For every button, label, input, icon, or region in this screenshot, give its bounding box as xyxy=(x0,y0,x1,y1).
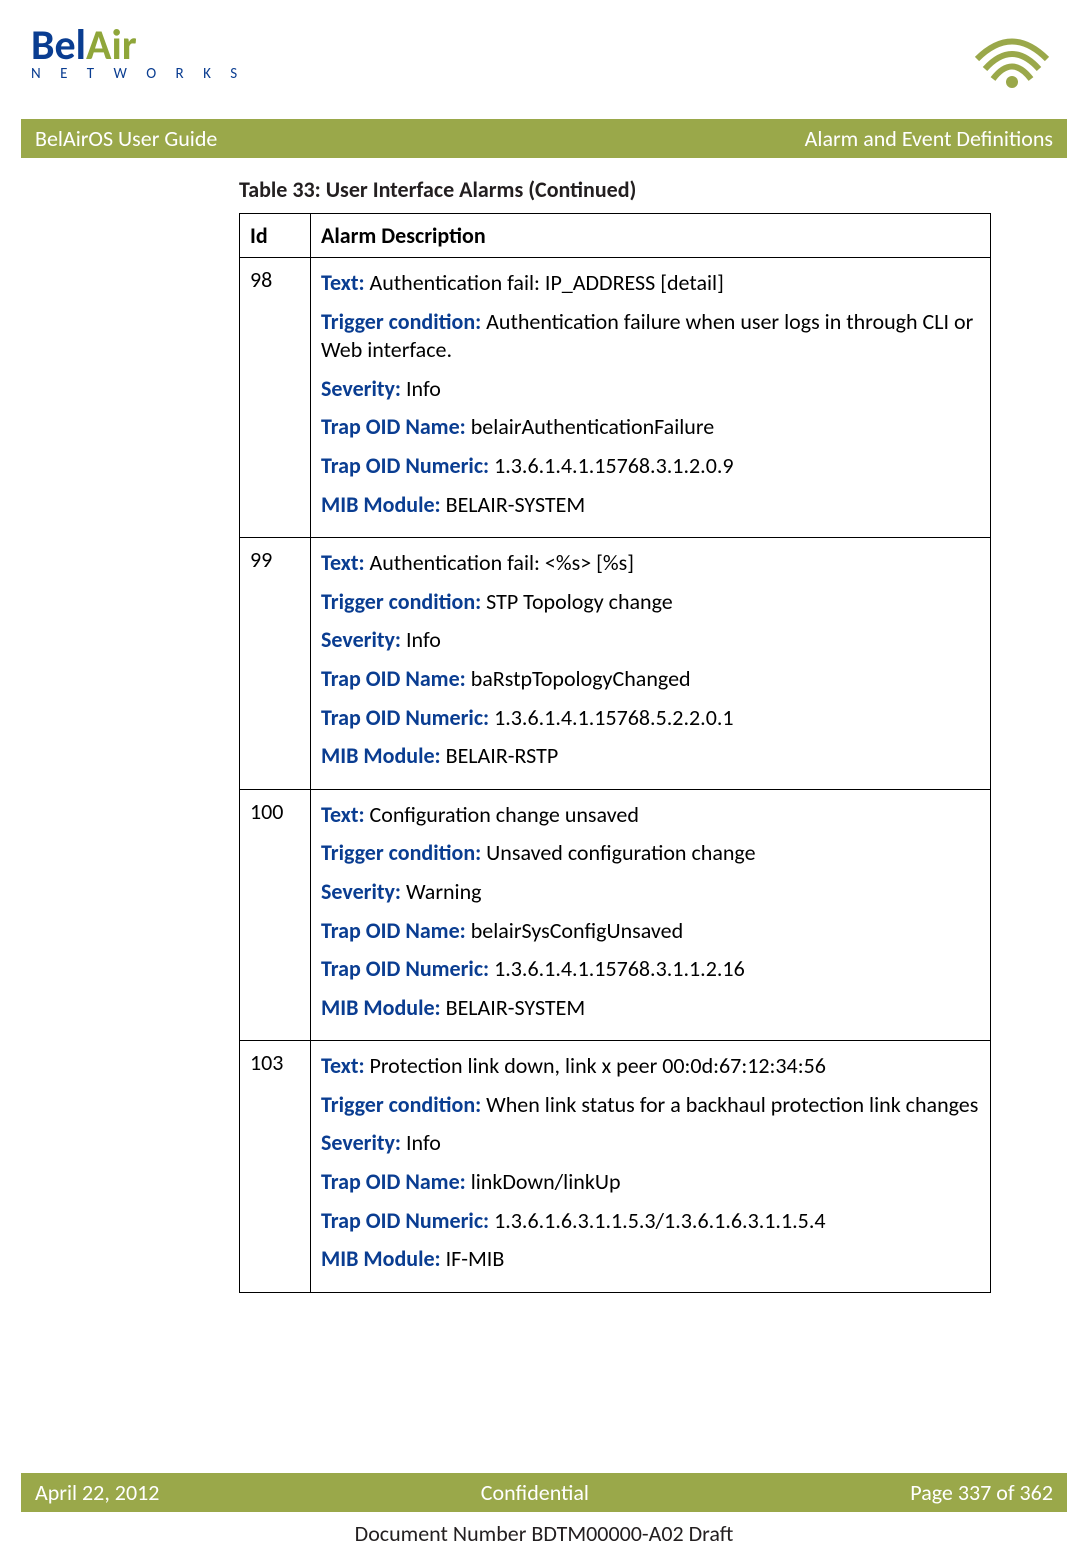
value-severity: Warning xyxy=(401,878,482,905)
footer-page: Page 337 of 362 xyxy=(910,1479,1053,1506)
page: BelAir N E T W O R K S BelAirOS User Gui… xyxy=(21,0,1067,1555)
table-row: 100 Text: Configuration change unsaved T… xyxy=(240,789,991,1041)
label-text: Text: xyxy=(321,549,365,576)
alarm-id: 100 xyxy=(240,789,311,1041)
value-trapnumeric: 1.3.6.1.6.3.1.1.5.3/1.3.6.1.6.3.1.1.5.4 xyxy=(489,1207,825,1234)
footer-date: April 22, 2012 xyxy=(35,1479,159,1506)
page-header: BelAir N E T W O R K S xyxy=(21,20,1067,119)
value-trapname: linkDown/linkUp xyxy=(466,1168,621,1195)
value-trapname: baRstpTopologyChanged xyxy=(466,665,691,692)
label-mib: MIB Module: xyxy=(321,742,441,769)
value-mib: IF-MIB xyxy=(441,1245,505,1272)
label-trapnumeric: Trap OID Numeric: xyxy=(321,704,489,731)
label-mib: MIB Module: xyxy=(321,491,441,518)
value-trapnumeric: 1.3.6.1.4.1.15768.3.1.1.2.16 xyxy=(489,955,745,982)
label-text: Text: xyxy=(321,801,365,828)
table-caption: Table 33: User Interface Alarms (Continu… xyxy=(21,176,1067,213)
value-text: Authentication fail: IP_ADDRESS [detail] xyxy=(365,269,724,296)
label-trapname: Trap OID Name: xyxy=(321,413,466,440)
label-mib: MIB Module: xyxy=(321,994,441,1021)
table-row: 103 Text: Protection link down, link x p… xyxy=(240,1041,991,1293)
label-mib: MIB Module: xyxy=(321,1245,441,1272)
label-trigger: Trigger condition: xyxy=(321,1091,481,1118)
label-trapnumeric: Trap OID Numeric: xyxy=(321,452,489,479)
alarms-table: Id Alarm Description 98 Text: Authentica… xyxy=(239,213,991,1293)
footer-bar: April 22, 2012 Confidential Page 337 of … xyxy=(21,1473,1067,1512)
value-text: Protection link down, link x peer 00:0d:… xyxy=(365,1052,826,1079)
logo-part2: Air xyxy=(86,20,137,71)
value-text: Authentication fail: <%s> [%s] xyxy=(365,549,634,576)
footer-confidential: Confidential xyxy=(481,1479,589,1506)
guide-title: BelAirOS User Guide xyxy=(35,125,217,152)
alarm-id: 103 xyxy=(240,1041,311,1293)
logo-subtext: N E T W O R K S xyxy=(31,65,245,83)
logo-text: BelAir xyxy=(31,20,245,71)
label-severity: Severity: xyxy=(321,375,401,402)
alarm-id: 99 xyxy=(240,538,311,790)
value-text: Configuration change unsaved xyxy=(365,801,639,828)
value-mib: BELAIR-SYSTEM xyxy=(441,994,586,1021)
value-severity: Info xyxy=(401,1129,441,1156)
alarm-description: Text: Configuration change unsaved Trigg… xyxy=(311,789,991,1041)
label-trapnumeric: Trap OID Numeric: xyxy=(321,1207,489,1234)
value-mib: BELAIR-SYSTEM xyxy=(441,491,586,518)
label-text: Text: xyxy=(321,1052,365,1079)
table-header-row: Id Alarm Description xyxy=(240,214,991,258)
company-logo: BelAir N E T W O R K S xyxy=(31,20,245,83)
value-severity: Info xyxy=(401,626,441,653)
alarm-description: Text: Protection link down, link x peer … xyxy=(311,1041,991,1293)
label-severity: Severity: xyxy=(321,626,401,653)
content-area: Table 33: User Interface Alarms (Continu… xyxy=(21,158,1067,1293)
label-trigger: Trigger condition: xyxy=(321,839,481,866)
logo-part1: Bel xyxy=(31,20,86,71)
table-body: 98 Text: Authentication fail: IP_ADDRESS… xyxy=(240,258,991,1293)
value-severity: Info xyxy=(401,375,441,402)
table-row: 99 Text: Authentication fail: <%s> [%s] … xyxy=(240,538,991,790)
label-trapname: Trap OID Name: xyxy=(321,1168,466,1195)
value-trapnumeric: 1.3.6.1.4.1.15768.5.2.2.0.1 xyxy=(489,704,733,731)
value-trapname: belairAuthenticationFailure xyxy=(466,413,714,440)
table-row: 98 Text: Authentication fail: IP_ADDRESS… xyxy=(240,258,991,538)
header-id: Id xyxy=(240,214,311,258)
value-trigger: Unsaved configuration change xyxy=(481,839,755,866)
label-trapnumeric: Trap OID Numeric: xyxy=(321,955,489,982)
label-severity: Severity: xyxy=(321,1129,401,1156)
alarm-id: 98 xyxy=(240,258,311,538)
label-trigger: Trigger condition: xyxy=(321,588,481,615)
label-severity: Severity: xyxy=(321,878,401,905)
label-trapname: Trap OID Name: xyxy=(321,665,466,692)
title-bar: BelAirOS User Guide Alarm and Event Defi… xyxy=(21,119,1067,158)
alarm-description: Text: Authentication fail: <%s> [%s] Tri… xyxy=(311,538,991,790)
value-mib: BELAIR-RSTP xyxy=(441,742,559,769)
alarm-description: Text: Authentication fail: IP_ADDRESS [d… xyxy=(311,258,991,538)
label-trigger: Trigger condition: xyxy=(321,308,481,335)
value-trapnumeric: 1.3.6.1.4.1.15768.3.1.2.0.9 xyxy=(489,452,733,479)
network-icon xyxy=(967,24,1057,99)
label-trapname: Trap OID Name: xyxy=(321,917,466,944)
value-trigger: When link status for a backhaul protecti… xyxy=(481,1091,978,1118)
value-trapname: belairSysConfigUnsaved xyxy=(466,917,683,944)
header-description: Alarm Description xyxy=(311,214,991,258)
document-number: Document Number BDTM00000-A02 Draft xyxy=(21,1512,1067,1555)
value-trigger: STP Topology change xyxy=(481,588,673,615)
label-text: Text: xyxy=(321,269,365,296)
section-title: Alarm and Event Definitions xyxy=(805,125,1053,152)
